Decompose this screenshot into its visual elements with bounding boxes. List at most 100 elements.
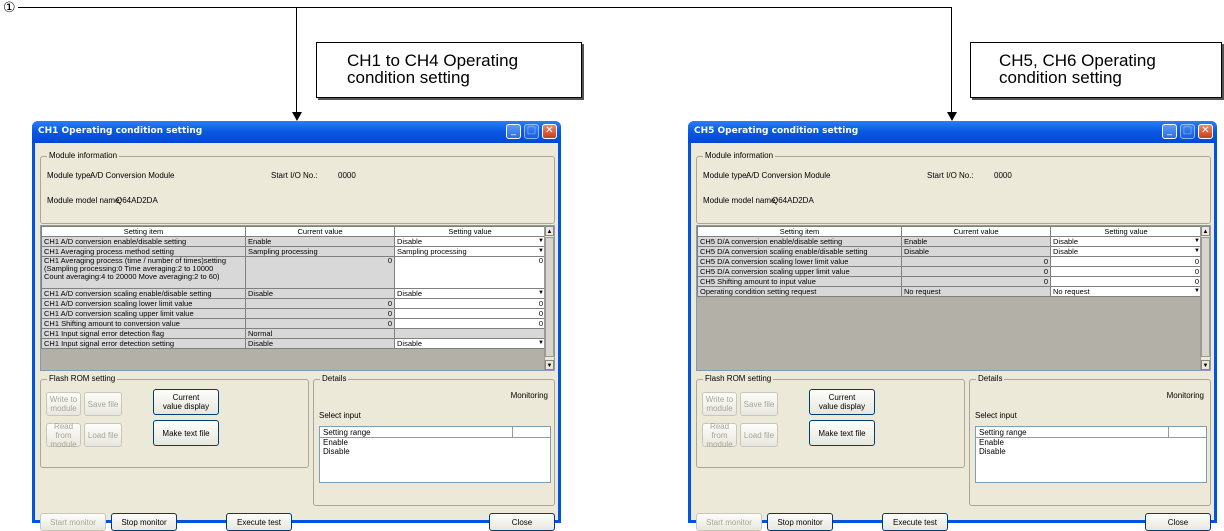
setting-value-input[interactable]: 0 bbox=[394, 318, 546, 329]
group-label: Module information bbox=[703, 151, 776, 160]
setting-value-select[interactable]: No request ▼ bbox=[1050, 286, 1202, 297]
minimize-icon[interactable]: _ bbox=[506, 124, 521, 139]
read-from-module-button[interactable]: Read from module bbox=[702, 422, 737, 449]
setting-value-input[interactable]: 0 bbox=[1050, 266, 1202, 277]
table-row: Operating condition setting request No r… bbox=[697, 286, 1202, 297]
close-button[interactable]: Close bbox=[1145, 513, 1211, 531]
setting-range-list[interactable]: Setting range Enable Disable bbox=[319, 426, 551, 483]
table-row: CH5 D/A conversion scaling upper limit v… bbox=[697, 266, 1202, 277]
table-row: CH1 A/D conversion scaling enable/disabl… bbox=[41, 288, 546, 299]
setting-item: CH5 Shifting amount to input value bbox=[697, 276, 902, 287]
select-value: Sampling processing bbox=[397, 247, 467, 256]
setting-range-list[interactable]: Setting range Enable Disable bbox=[975, 426, 1207, 483]
module-model-label: Module model name: bbox=[47, 196, 122, 205]
vertical-scrollbar[interactable]: ▲ ▼ bbox=[1200, 226, 1210, 370]
close-button[interactable]: Close bbox=[489, 513, 555, 531]
setting-item-line: Count averaging:4 to 20000 Move averagin… bbox=[44, 272, 220, 281]
setting-value-select[interactable]: Disable ▼ bbox=[1050, 236, 1202, 247]
setting-value-select[interactable]: Disable ▼ bbox=[1050, 246, 1202, 257]
setting-value-select[interactable]: Sampling processing ▼ bbox=[394, 246, 546, 257]
settings-grid: Setting item Current value Setting value… bbox=[696, 225, 1211, 371]
current-value: Disable bbox=[901, 246, 1051, 257]
start-monitor-button[interactable]: Start monitor bbox=[40, 513, 106, 531]
setting-value-input[interactable]: 0 bbox=[1050, 276, 1202, 287]
close-icon[interactable]: ✕ bbox=[1198, 124, 1213, 139]
monitoring-label: Monitoring bbox=[510, 391, 548, 400]
setting-item: CH1 A/D conversion scaling lower limit v… bbox=[41, 298, 246, 309]
scroll-up-icon[interactable]: ▲ bbox=[1201, 226, 1210, 236]
setting-value-input[interactable]: 0 bbox=[394, 308, 546, 319]
table-row: CH1 A/D conversion scaling upper limit v… bbox=[41, 308, 546, 319]
current-value: Enable bbox=[901, 236, 1051, 247]
setting-item: CH5 D/A conversion scaling enable/disabl… bbox=[697, 246, 902, 257]
module-type-label: Module type: bbox=[47, 171, 93, 180]
list-item[interactable]: Disable bbox=[976, 447, 1206, 456]
module-model-label: Module model name: bbox=[703, 196, 778, 205]
stop-monitor-button[interactable]: Stop monitor bbox=[111, 513, 177, 531]
table-row: CH5 Shifting amount to input value 0 0 bbox=[697, 276, 1202, 287]
list-item[interactable]: Enable bbox=[976, 438, 1206, 447]
setting-item: CH1 Input signal error detection setting bbox=[41, 338, 246, 349]
save-file-button[interactable]: Save file bbox=[740, 392, 778, 416]
current-value: Sampling processing bbox=[245, 246, 395, 257]
current-value: 0 bbox=[245, 298, 395, 309]
close-icon[interactable]: ✕ bbox=[542, 124, 557, 139]
setting-item: CH5 D/A conversion scaling lower limit v… bbox=[697, 256, 902, 267]
column-divider bbox=[1168, 427, 1169, 438]
load-file-button[interactable]: Load file bbox=[84, 423, 122, 447]
scroll-up-icon[interactable]: ▲ bbox=[545, 226, 554, 236]
stop-monitor-button[interactable]: Stop monitor bbox=[767, 513, 833, 531]
scroll-thumb[interactable] bbox=[1201, 237, 1210, 357]
setting-value-input[interactable]: 0 bbox=[394, 298, 546, 309]
write-to-module-button[interactable]: Write to module bbox=[46, 392, 81, 416]
setting-item: Operating condition setting request bbox=[697, 286, 902, 297]
group-label: Module information bbox=[47, 151, 120, 160]
start-monitor-button[interactable]: Start monitor bbox=[696, 513, 762, 531]
current-value-display-button[interactable]: Current value display bbox=[809, 389, 875, 415]
column-header-setting-item: Setting item bbox=[697, 226, 902, 237]
column-header-current-value: Current value bbox=[245, 226, 395, 237]
read-from-module-button[interactable]: Read from module bbox=[46, 422, 81, 449]
current-value: 0 bbox=[901, 256, 1051, 267]
setting-value-select[interactable]: Disable ▼ bbox=[394, 288, 546, 299]
start-io-value: 0000 bbox=[994, 171, 1012, 180]
list-item[interactable]: Enable bbox=[320, 438, 550, 447]
current-value: 0 bbox=[245, 318, 395, 329]
make-text-file-button[interactable]: Make text file bbox=[153, 420, 219, 446]
write-to-module-button[interactable]: Write to module bbox=[702, 392, 737, 416]
save-file-button[interactable]: Save file bbox=[84, 392, 122, 416]
setting-value-input[interactable]: 0 bbox=[1050, 256, 1202, 267]
callout-marker: ① bbox=[3, 0, 16, 16]
title-bar[interactable]: CH5 Operating condition setting _ □ ✕ bbox=[688, 121, 1217, 143]
setting-range-header: Setting range bbox=[323, 428, 371, 437]
module-type-value: A/D Conversion Module bbox=[90, 171, 175, 180]
vertical-scrollbar[interactable]: ▲ ▼ bbox=[544, 226, 554, 370]
execute-test-button[interactable]: Execute test bbox=[882, 513, 948, 531]
list-item[interactable]: Disable bbox=[320, 447, 550, 456]
scroll-down-icon[interactable]: ▼ bbox=[545, 360, 554, 370]
setting-value-input[interactable]: 0 bbox=[394, 256, 546, 289]
callout-ch5-ch6: CH5, CH6 Operating condition setting bbox=[970, 42, 1222, 98]
module-information-group: Module information Module type: A/D Conv… bbox=[40, 151, 555, 224]
callout-ch1-ch4: CH1 to CH4 Operating condition setting bbox=[316, 42, 582, 98]
setting-value-select[interactable]: Disable ▼ bbox=[394, 236, 546, 247]
leader-line-ch5 bbox=[951, 7, 952, 114]
minimize-icon[interactable]: _ bbox=[1162, 124, 1177, 139]
current-value: Normal bbox=[245, 328, 395, 339]
select-value: Disable bbox=[397, 289, 423, 298]
table-row: CH1 A/D conversion scaling lower limit v… bbox=[41, 298, 546, 309]
column-divider bbox=[512, 427, 513, 438]
title-bar[interactable]: CH1 Operating condition setting _ □ ✕ bbox=[32, 121, 561, 143]
scroll-thumb[interactable] bbox=[545, 237, 554, 357]
setting-value-empty bbox=[394, 328, 546, 339]
scroll-down-icon[interactable]: ▼ bbox=[1201, 360, 1210, 370]
make-text-file-button[interactable]: Make text file bbox=[809, 420, 875, 446]
execute-test-button[interactable]: Execute test bbox=[226, 513, 292, 531]
load-file-button[interactable]: Load file bbox=[740, 423, 778, 447]
current-value: Enable bbox=[245, 236, 395, 247]
list-header: Setting range bbox=[976, 427, 1206, 438]
setting-value-select[interactable]: Disable ▼ bbox=[394, 338, 546, 349]
module-model-value: Q64AD2DA bbox=[772, 196, 814, 205]
current-value-display-button[interactable]: Current value display bbox=[153, 389, 219, 415]
leader-line-ch1 bbox=[296, 7, 297, 114]
